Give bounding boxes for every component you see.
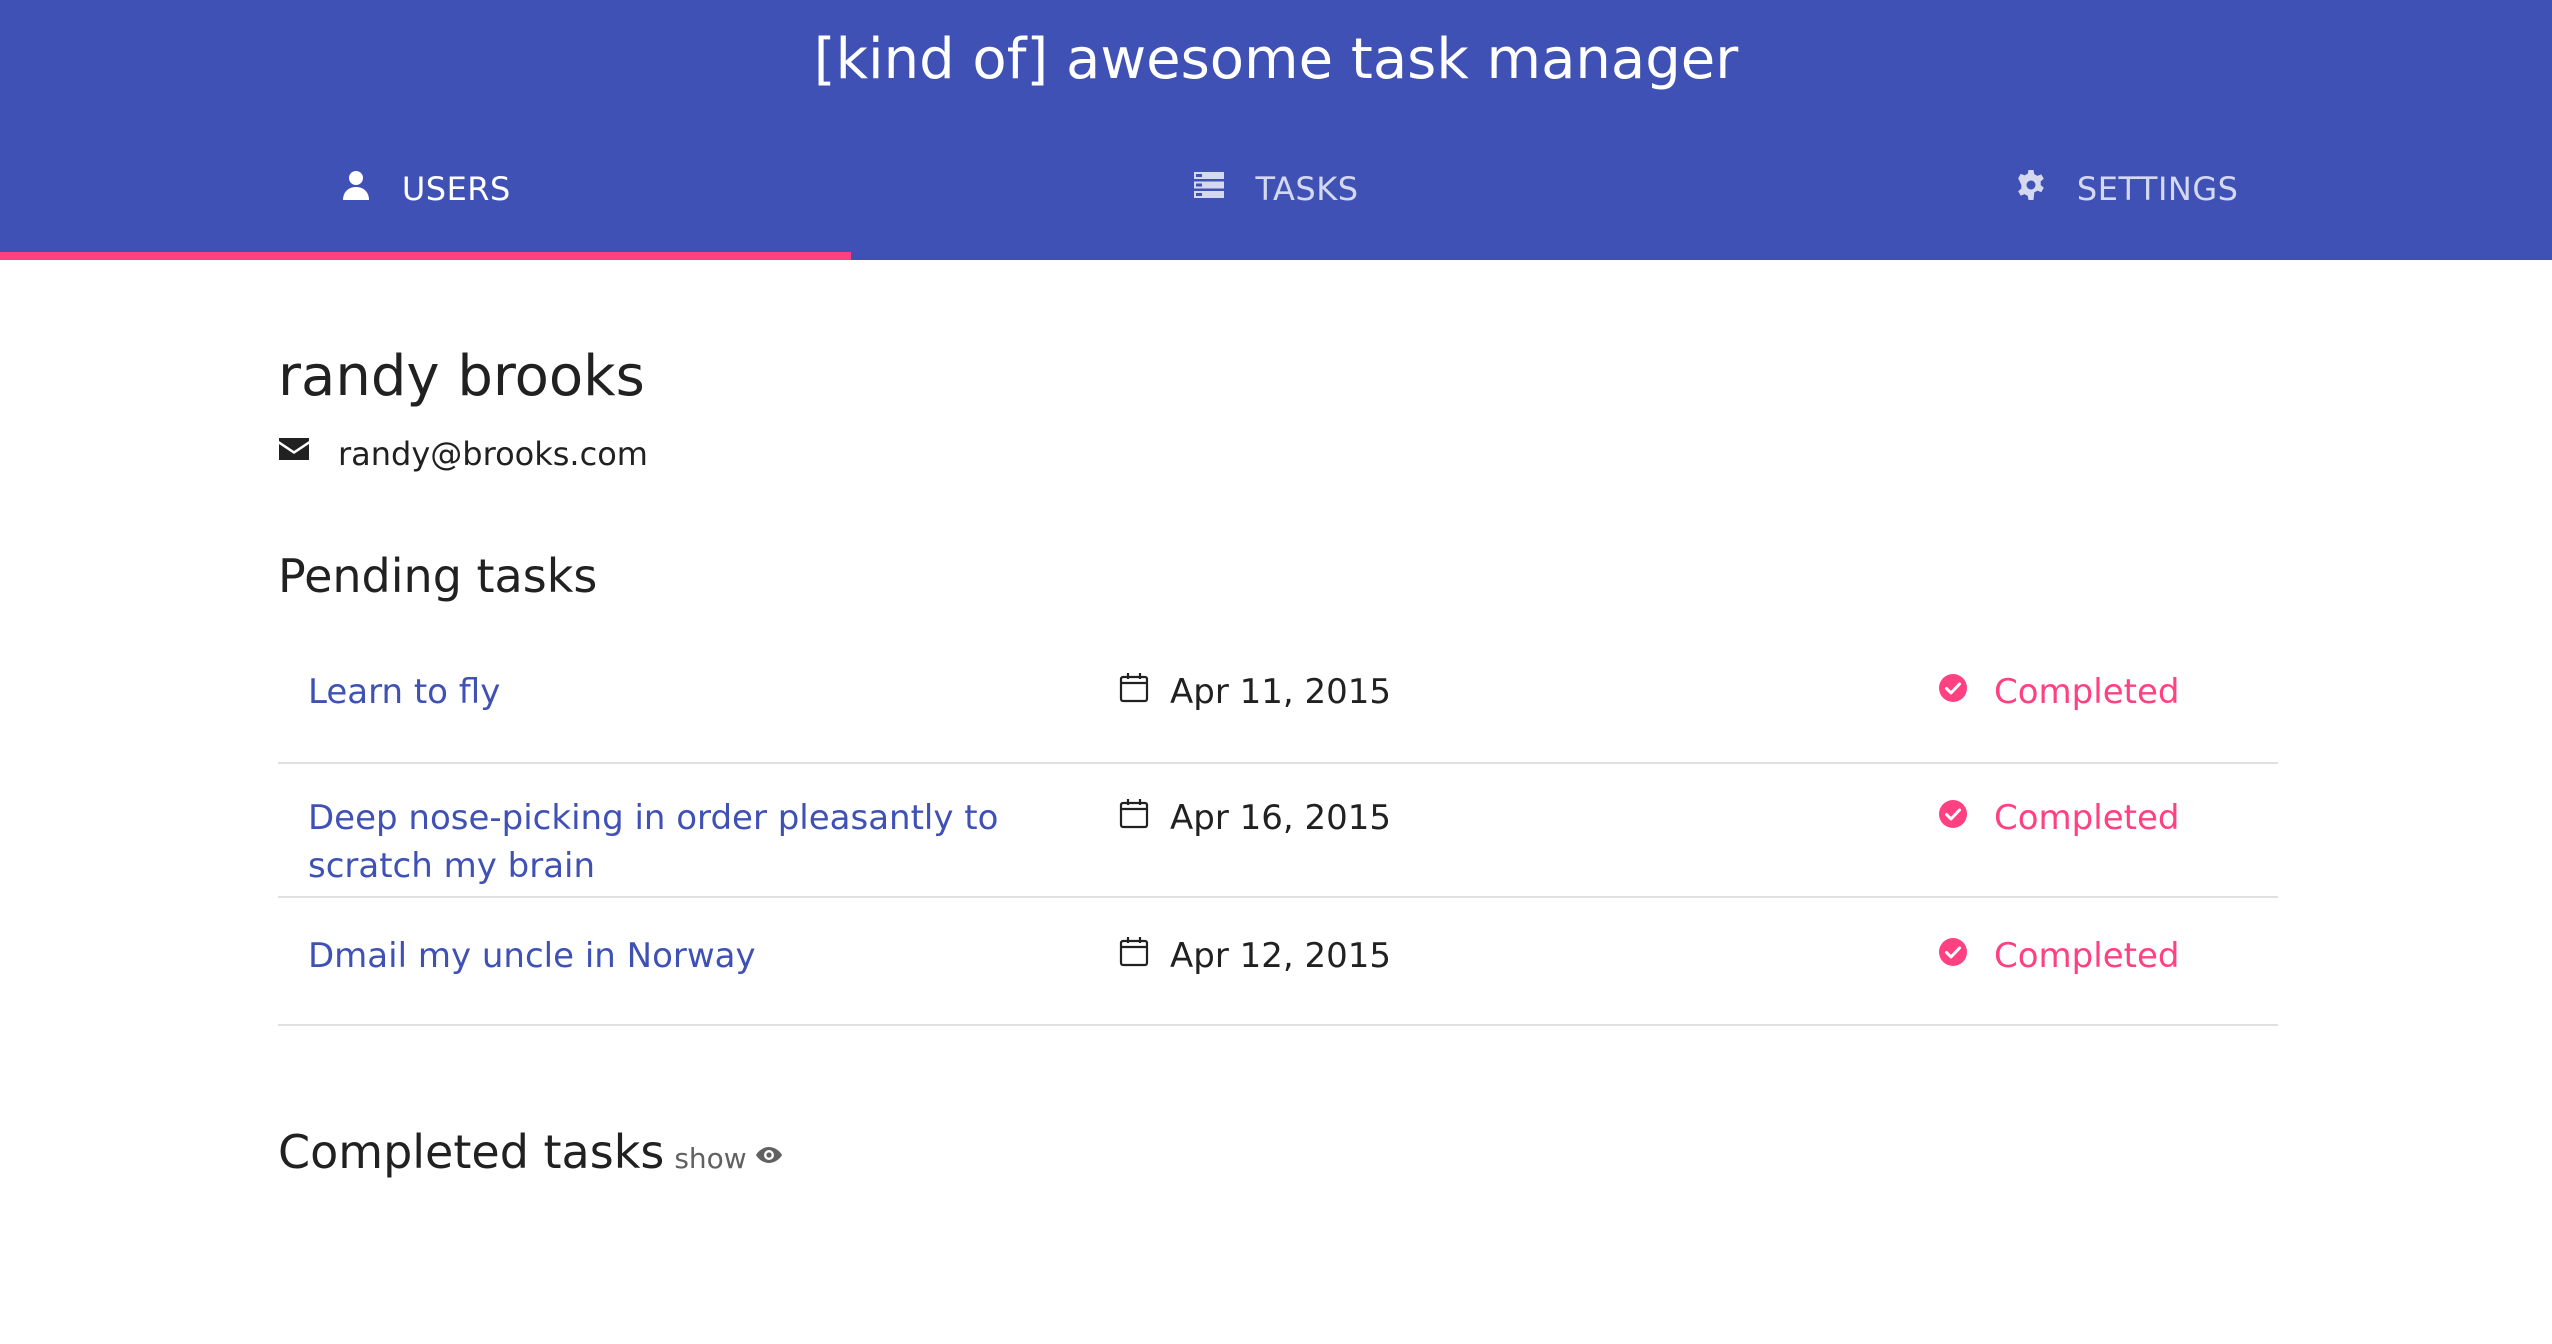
user-email-row: randy@brooks.com xyxy=(278,432,2278,476)
task-row: Dmail my uncle in Norway Apr 12, 2015 Co… xyxy=(278,898,2278,1026)
task-name-link[interactable]: Deep nose-picking in order pleasantly to… xyxy=(278,794,1118,890)
pending-task-list: Learn to fly Apr 11, 2015 Completed Deep… xyxy=(278,638,2278,1026)
completed-tasks-title: Completed tasks xyxy=(278,1125,665,1179)
completed-tasks-section: Completed tasks show xyxy=(278,1122,2278,1182)
tab-users-label: USERS xyxy=(401,170,511,208)
tab-tasks-label: TASKS xyxy=(1255,170,1359,208)
gear-icon xyxy=(2015,169,2047,209)
tab-settings-label: SETTINGS xyxy=(2076,170,2239,208)
task-date-text: Apr 16, 2015 xyxy=(1170,798,1392,838)
calendar-icon xyxy=(1118,932,1150,980)
task-status-completed[interactable]: Completed xyxy=(1938,932,2179,980)
task-name-link[interactable]: Dmail my uncle in Norway xyxy=(278,932,1118,980)
task-date: Apr 11, 2015 xyxy=(1118,668,1938,716)
show-label: show xyxy=(674,1142,747,1175)
task-date: Apr 16, 2015 xyxy=(1118,794,1938,842)
task-row: Deep nose-picking in order pleasantly to… xyxy=(278,764,2278,898)
user-icon xyxy=(340,169,372,209)
active-tab-indicator xyxy=(0,252,851,260)
tab-bar: USERS TASKS SETTINGS xyxy=(0,130,2552,260)
app-header: [kind of] awesome task manager USERS TAS… xyxy=(0,0,2552,260)
app-title: [kind of] awesome task manager xyxy=(813,27,1739,92)
task-status-completed[interactable]: Completed xyxy=(1938,794,2179,842)
tab-settings[interactable]: SETTINGS xyxy=(1701,130,2552,248)
check-circle-icon xyxy=(1938,668,1968,716)
main-content: randy brooks randy@brooks.com Pending ta… xyxy=(278,300,2278,1182)
user-email: randy@brooks.com xyxy=(338,435,648,473)
show-completed-toggle[interactable]: show xyxy=(674,1141,782,1176)
task-status-label: Completed xyxy=(1994,936,2180,976)
user-name: randy brooks xyxy=(278,344,645,409)
check-circle-icon xyxy=(1938,932,1968,980)
tab-users[interactable]: USERS xyxy=(0,130,851,248)
task-name-link[interactable]: Learn to fly xyxy=(278,668,1118,716)
list-icon xyxy=(1193,169,1225,209)
tab-tasks[interactable]: TASKS xyxy=(851,130,1702,248)
eye-icon xyxy=(755,1141,783,1176)
task-date-text: Apr 11, 2015 xyxy=(1170,672,1392,712)
calendar-icon xyxy=(1118,668,1150,716)
pending-tasks-title: Pending tasks xyxy=(278,549,598,603)
envelope-icon xyxy=(278,432,310,476)
calendar-icon xyxy=(1118,794,1150,842)
task-date-text: Apr 12, 2015 xyxy=(1170,936,1392,976)
task-status-completed[interactable]: Completed xyxy=(1938,668,2179,716)
task-row: Learn to fly Apr 11, 2015 Completed xyxy=(278,638,2278,764)
check-circle-icon xyxy=(1938,794,1968,842)
task-date: Apr 12, 2015 xyxy=(1118,932,1938,980)
task-status-label: Completed xyxy=(1994,798,2180,838)
task-status-label: Completed xyxy=(1994,672,2180,712)
